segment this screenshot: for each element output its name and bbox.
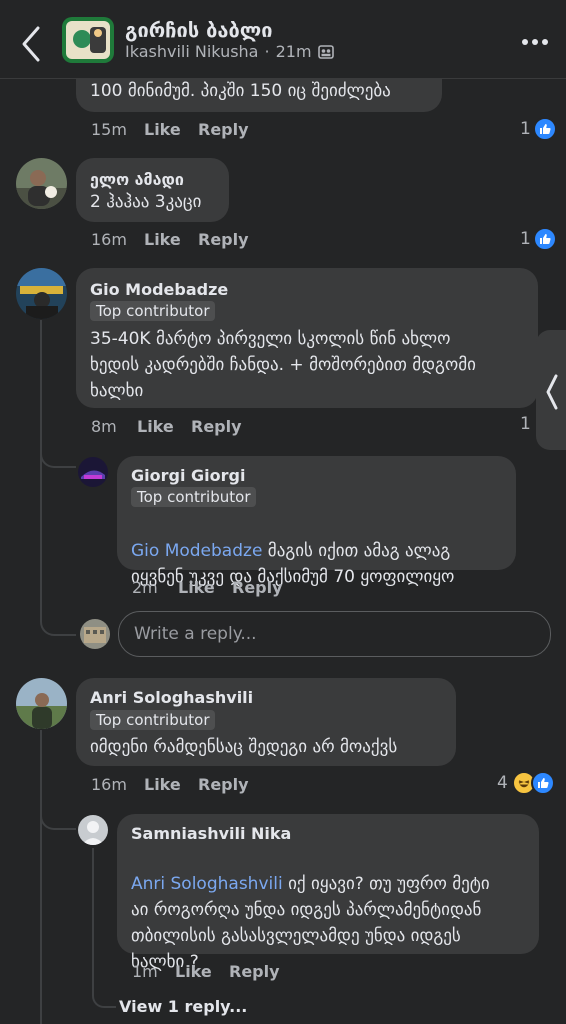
like-reaction-icon [532, 117, 557, 141]
reply-button[interactable]: Reply [198, 230, 249, 249]
post-header: გირჩის ბაბლი Ikashvili Nikusha · 21m [0, 0, 566, 79]
reply-text-line1: მაგის იქით ამაგ ალაგ [262, 541, 451, 561]
thread-line [40, 320, 42, 610]
like-button[interactable]: Like [144, 775, 198, 794]
commenter-avatar[interactable] [16, 268, 67, 319]
reply-button[interactable]: Reply [191, 417, 242, 436]
view-replies-link[interactable]: View 1 reply... [119, 997, 247, 1016]
top-contributor-badge: Top contributor [90, 301, 216, 321]
more-options-icon[interactable] [520, 36, 550, 48]
reaction-count: 1 [520, 229, 531, 249]
reaction-count: 1 [520, 119, 531, 139]
like-button[interactable]: Like [137, 417, 191, 436]
reaction-count[interactable]: 1 [520, 414, 531, 434]
comment-bubble[interactable]: Gio Modebadze Top contributor 35-40K მარ… [76, 268, 538, 408]
reply-actions: 2m Like Reply [132, 578, 283, 597]
reply-button[interactable]: Reply [229, 962, 280, 981]
top-contributor-badge: Top contributor [131, 487, 257, 507]
reaction-summary[interactable]: 1 [520, 227, 557, 251]
comment-bubble[interactable]: ელო ამადი 2 ჰაჰაა 3კაცი [76, 158, 229, 222]
comment-text: 2 ჰაჰაა 3კაცი [90, 192, 202, 212]
separator: · [264, 42, 270, 61]
top-contributor-badge: Top contributor [90, 710, 216, 730]
my-avatar [80, 619, 110, 649]
reply-placeholder: Write a reply... [134, 624, 257, 644]
reply-avatar[interactable] [78, 815, 108, 845]
replier-name[interactable]: Samniashvili Nika [131, 824, 291, 843]
commenter-name[interactable]: ელო ამადი [90, 170, 184, 189]
thread-branch [40, 440, 76, 468]
thread-line [92, 848, 94, 988]
comment-actions: 16m Like Reply [91, 230, 249, 249]
group-name[interactable]: გირჩის ბაბლი [125, 18, 273, 42]
thread-branch [92, 980, 116, 1008]
group-avatar[interactable] [62, 17, 114, 63]
reply-bubble[interactable]: Giorgi Giorgi Top contributor Gio Modeba… [117, 456, 516, 587]
post-subline: Ikashvili Nikusha · 21m [125, 42, 334, 61]
comment-time[interactable]: 16m [91, 230, 144, 249]
like-reaction-icon [530, 771, 555, 795]
commenter-avatar[interactable] [16, 158, 67, 209]
comment-time[interactable]: 15m [91, 120, 144, 139]
reply-avatar[interactable] [78, 457, 108, 487]
commenter-name[interactable]: Anri Sologhashvili [90, 688, 253, 707]
side-panel-handle[interactable] [536, 330, 566, 450]
comment-time[interactable]: 16m [91, 775, 144, 794]
commenter-name[interactable]: Gio Modebadze [90, 280, 228, 299]
reply-time[interactable]: 1m [132, 962, 175, 981]
reaction-count: 4 [497, 773, 508, 793]
like-button[interactable]: Like [175, 962, 229, 981]
comment-actions: 15m Like Reply [91, 120, 249, 139]
reply-actions: 1m Like Reply [132, 962, 280, 981]
comment-time[interactable]: 8m [91, 417, 137, 436]
comment-actions: 8m Like Reply [91, 417, 242, 436]
reply-button[interactable]: Reply [198, 775, 249, 794]
like-button[interactable]: Like [144, 230, 198, 249]
comment-actions: 16m Like Reply [91, 775, 249, 794]
back-arrow-icon[interactable] [14, 22, 48, 66]
comment-text: 35-40K მარტო პირველი სკოლის წინ ახლო ხედ… [90, 329, 476, 401]
post-author[interactable]: Ikashvili Nikusha [125, 42, 258, 61]
like-button[interactable]: Like [178, 578, 232, 597]
like-reaction-icon [532, 227, 557, 251]
post-time[interactable]: 21m [276, 42, 312, 61]
comment-bubble[interactable]: Anri Sologhashvili Top contributor იმდენ… [76, 678, 456, 766]
comment-text: 100 მინიმუმ. პიკში 150 იც შეიძლება [90, 81, 391, 101]
reply-bubble[interactable]: Samniashvili Nika Anri Sologhashvili იქ … [117, 814, 539, 972]
reply-button[interactable]: Reply [232, 578, 283, 597]
commenter-avatar[interactable] [16, 678, 67, 729]
mention-link[interactable]: Anri Sologhashvili [131, 874, 283, 894]
reaction-summary[interactable]: 4 [497, 771, 555, 795]
reply-text-line1: იქ იყავი? თუ უფრო მეტი [282, 874, 490, 894]
mention-link[interactable]: Gio Modebadze [131, 541, 262, 561]
replier-name[interactable]: Giorgi Giorgi [131, 466, 245, 485]
like-button[interactable]: Like [144, 120, 198, 139]
reaction-summary[interactable]: 1 [520, 117, 557, 141]
reply-time[interactable]: 2m [132, 578, 178, 597]
thread-line [40, 730, 42, 1024]
reply-input[interactable]: Write a reply... [118, 611, 551, 657]
thread-branch [40, 800, 76, 830]
reply-text: Anri Sologhashvili იქ იყავი? თუ უფრო მეტ… [131, 845, 531, 975]
group-privacy-icon [317, 44, 334, 59]
comment-text: იმდენი რამდენსაც შედეგი არ მოაქვს [90, 737, 398, 757]
reply-button[interactable]: Reply [198, 120, 249, 139]
thread-branch [40, 600, 76, 636]
chevron-left-icon [546, 374, 558, 410]
